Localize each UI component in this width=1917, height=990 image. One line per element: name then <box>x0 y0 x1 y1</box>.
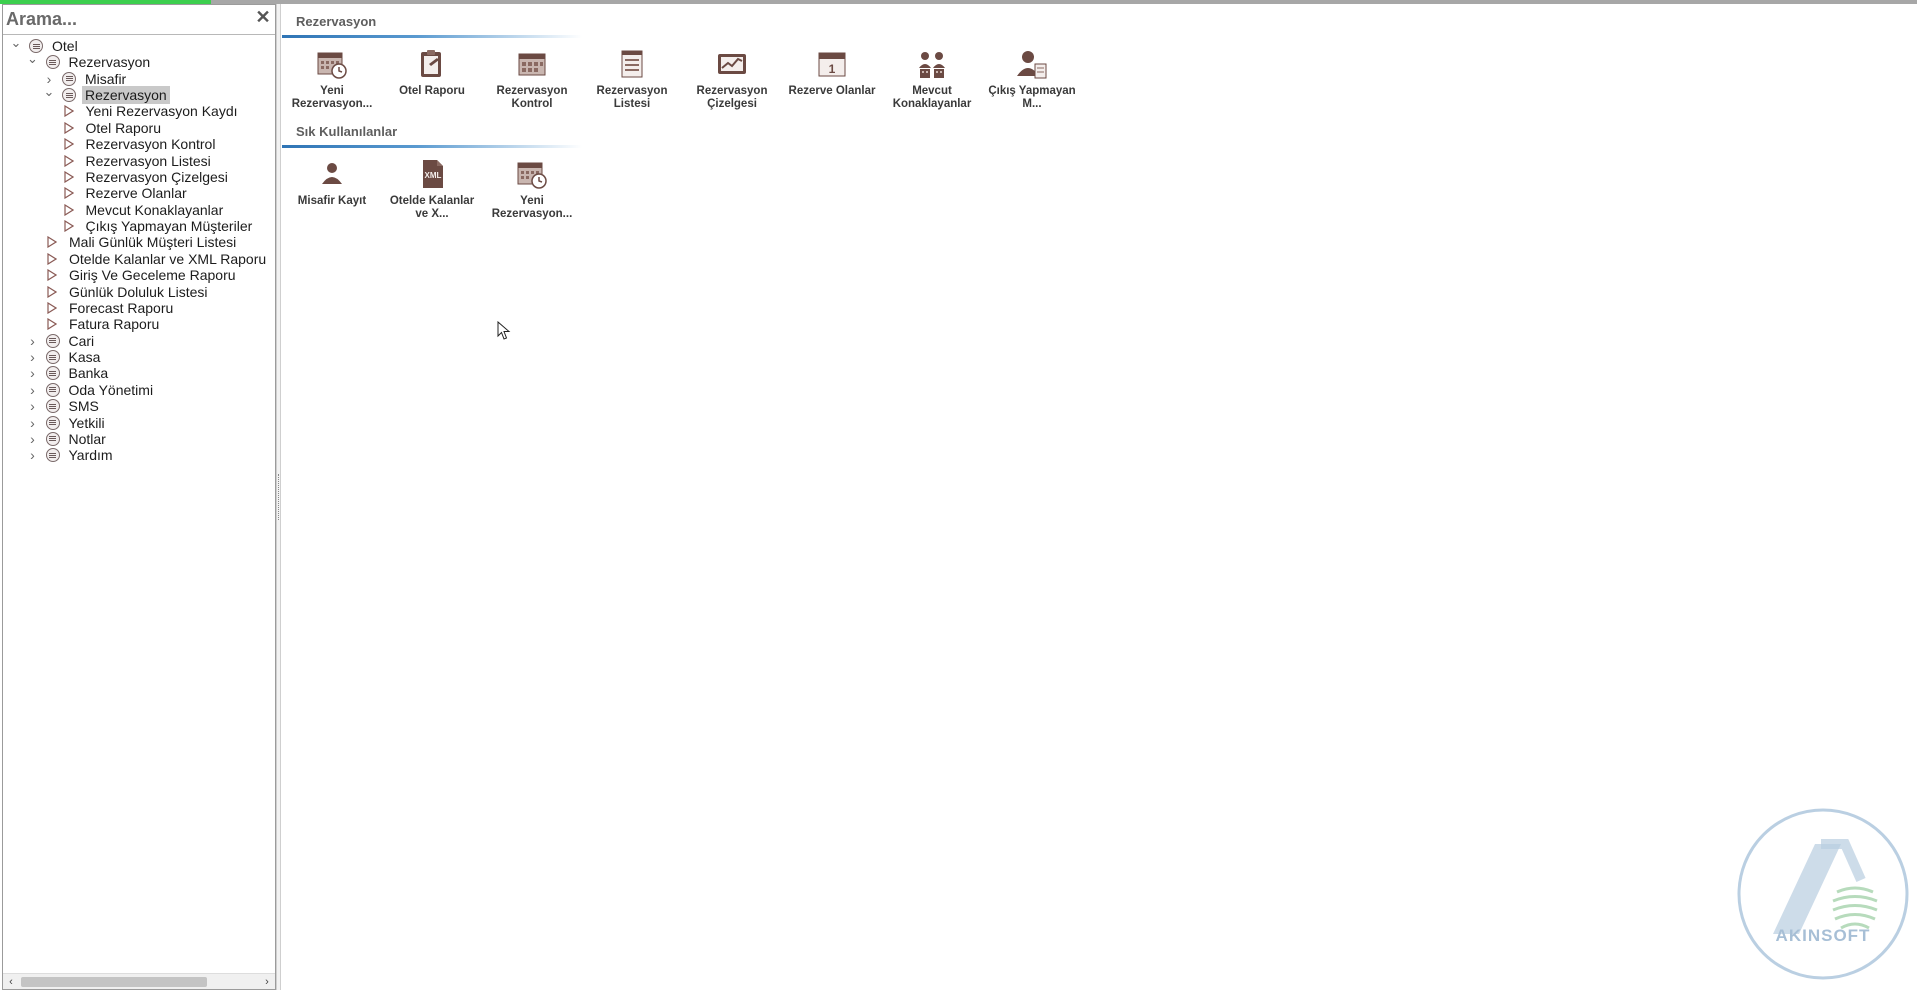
triangle-icon <box>46 252 58 266</box>
triangle-icon <box>63 104 75 118</box>
tree-item[interactable]: › Yardım <box>26 445 116 465</box>
tile-button[interactable]: XML Otelde Kalanlar ve X... <box>382 158 482 246</box>
triangle-icon <box>63 154 75 168</box>
tile-label: Rezerve Olanlar <box>788 85 876 97</box>
triangle-icon <box>63 219 75 233</box>
search-input[interactable]: Arama... <box>6 9 77 30</box>
close-icon[interactable]: ✕ <box>255 8 271 26</box>
calendar-day-icon: 1 <box>816 48 848 80</box>
triangle-icon <box>63 137 75 151</box>
triangle-icon <box>46 235 58 249</box>
group-title-favorites: Sık Kullanılanlar <box>296 124 398 139</box>
tile-label: Misafir Kayıt <box>297 195 367 207</box>
clipboard-icon <box>416 48 448 80</box>
node-icon <box>45 55 60 70</box>
navigation-tree: ⌄ Otel ⌄ Rezervasyon › Misafir ⌄ Rezervasyon Yen… <box>3 36 275 976</box>
scroll-right-icon[interactable]: › <box>259 974 275 990</box>
tile-button[interactable]: 1 Rezerve Olanlar <box>782 48 882 136</box>
node-icon <box>45 350 60 365</box>
group-title-rezervasyon: Rezervasyon <box>296 14 377 29</box>
person-doc-icon <box>1016 48 1048 80</box>
calendar-grid-icon <box>516 48 548 80</box>
panel-splitter[interactable] <box>276 4 281 990</box>
chevron-down-icon[interactable]: ⌄ <box>9 36 23 53</box>
people-icon <box>916 48 948 80</box>
akinsoft-logo: AKINSOFT <box>1737 806 1909 982</box>
tile-button[interactable]: Yeni Rezervasyon... <box>282 48 382 136</box>
node-icon <box>45 448 60 463</box>
tile-button[interactable]: Rezervasyon Listesi <box>582 48 682 136</box>
node-icon <box>45 415 60 430</box>
mouse-cursor-icon <box>497 321 511 340</box>
node-icon <box>45 333 60 348</box>
splitter-grip[interactable] <box>278 474 280 520</box>
main-content: Rezervasyon Yeni Rezervasyon... Otel Rapo… <box>282 4 1917 990</box>
horizontal-scrollbar[interactable]: ‹ › <box>3 973 275 989</box>
list-icon <box>616 48 648 80</box>
tile-label: Rezervasyon Listesi <box>596 85 668 110</box>
triangle-icon <box>46 285 58 299</box>
xml-file-icon: XML <box>416 158 448 190</box>
triangle-icon <box>63 121 75 135</box>
tile-label: Otelde Kalanlar ve X... <box>389 195 475 220</box>
tile-button[interactable]: Rezervasyon Kontrol <box>482 48 582 136</box>
node-icon <box>62 88 76 103</box>
tree-item-label: Yardım <box>68 447 113 464</box>
tile-label: Yeni Rezervasyon... <box>491 195 573 220</box>
search-bar[interactable]: Arama... ✕ <box>3 5 275 35</box>
node-icon <box>45 366 60 381</box>
node-icon <box>62 71 76 86</box>
node-icon <box>45 431 60 446</box>
person-icon <box>316 158 348 190</box>
tile-label: Rezervasyon Kontrol <box>496 85 568 110</box>
tile-label: Mevcut Konaklayanlar <box>892 85 972 110</box>
logo-text: AKINSOFT <box>1775 926 1871 945</box>
triangle-icon <box>46 301 58 315</box>
triangle-icon <box>63 186 75 200</box>
chart-board-icon <box>716 48 748 80</box>
group-divider <box>282 35 582 38</box>
tile-button[interactable]: Mevcut Konaklayanlar <box>882 48 982 136</box>
tile-label: Rezervasyon Çizelgesi <box>696 85 768 110</box>
tile-label: Otel Raporu <box>399 85 465 97</box>
tile-button[interactable]: Otel Raporu <box>382 48 482 136</box>
calendar-clock-icon <box>516 158 548 190</box>
chevron-right-icon[interactable]: › <box>26 445 40 465</box>
tile-label: Yeni Rezervasyon... <box>291 85 373 110</box>
chevron-down-icon[interactable]: ⌄ <box>42 82 56 102</box>
tile-button[interactable]: Çıkış Yapmayan M... <box>982 48 1082 136</box>
navigation-panel: Arama... ✕ ⌄ Otel ⌄ Rezervasyon › Misafir ⌄ Rez… <box>2 4 276 990</box>
node-icon <box>45 399 60 414</box>
tile-button[interactable]: Yeni Rezervasyon... <box>482 158 582 246</box>
scroll-left-icon[interactable]: ‹ <box>3 974 19 990</box>
triangle-icon <box>63 203 75 217</box>
tile-button[interactable]: Misafir Kayıt <box>282 158 382 246</box>
triangle-icon <box>63 170 75 184</box>
group-divider <box>282 145 582 148</box>
chevron-down-icon[interactable]: ⌄ <box>26 49 40 69</box>
tile-label: Çıkış Yapmayan M... <box>988 85 1076 110</box>
svg-text:1: 1 <box>829 62 836 76</box>
svg-text:XML: XML <box>425 171 442 180</box>
triangle-icon <box>46 317 58 331</box>
node-icon <box>45 382 60 397</box>
triangle-icon <box>46 268 58 282</box>
tile-button[interactable]: Rezervasyon Çizelgesi <box>682 48 782 136</box>
scrollbar-thumb[interactable] <box>21 977 207 987</box>
calendar-clock-icon <box>316 48 348 80</box>
